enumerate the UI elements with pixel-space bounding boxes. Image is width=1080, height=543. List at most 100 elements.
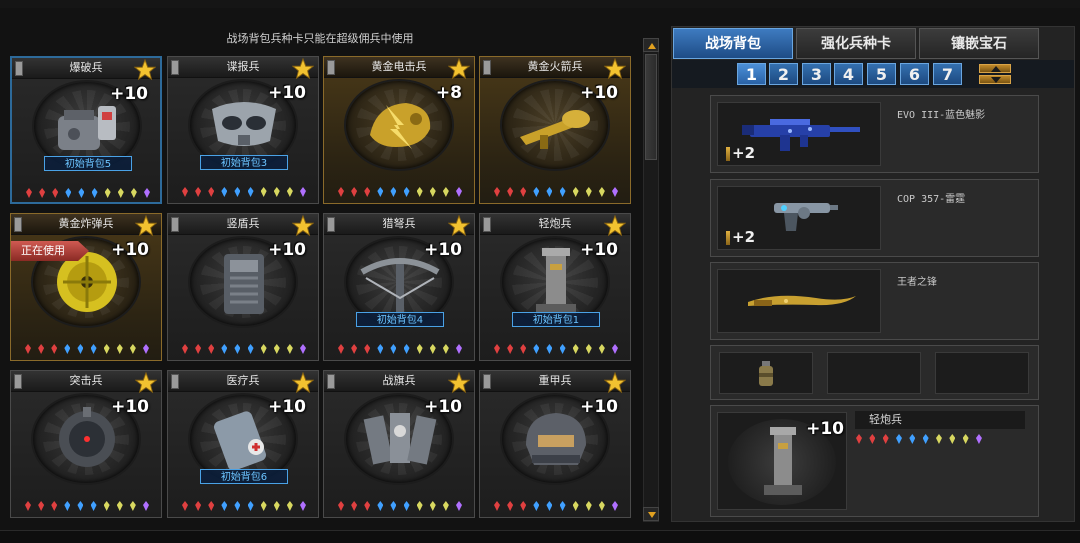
- gem-icon: [299, 344, 306, 354]
- arrow-up-icon: [648, 43, 656, 49]
- page-button-2[interactable]: 2: [769, 63, 798, 85]
- card-tab-marker: [171, 60, 179, 75]
- gem-icon: [611, 501, 618, 511]
- gem-icon: [51, 344, 58, 354]
- page-button-1[interactable]: 1: [737, 63, 766, 85]
- card-tab-marker: [14, 374, 22, 389]
- gem-icon: [65, 188, 72, 198]
- gem-icon: [260, 344, 267, 354]
- gem-icon: [922, 434, 929, 444]
- ammo-icon: [726, 147, 730, 161]
- weapon-slot-secondary[interactable]: +2 COP 357-雷霆: [710, 179, 1039, 257]
- ammo-icon: [726, 231, 730, 245]
- scrollbar-thumb[interactable]: [645, 54, 657, 160]
- gem-icon: [559, 344, 566, 354]
- card-bonus: +10: [268, 83, 306, 103]
- soldier-card[interactable]: 医疗兵 +10 初始背包6: [167, 370, 319, 518]
- gem-icon: [91, 188, 98, 198]
- page-button-7[interactable]: 7: [933, 63, 962, 85]
- soldier-card[interactable]: 猎弩兵 +10 初始背包4: [323, 213, 475, 361]
- gem-icon: [520, 344, 527, 354]
- top-band: [0, 0, 1080, 8]
- soldier-card[interactable]: 战旗兵 +10: [323, 370, 475, 518]
- gem-icon: [611, 344, 618, 354]
- page-button-3[interactable]: 3: [802, 63, 831, 85]
- game-inventory-screen: 战场背包兵种卡只能在超级佣兵中使用 爆破兵 +10 初始背包5 谍报兵 +10 初始背包3…: [0, 0, 1080, 543]
- gem-icon: [38, 501, 45, 511]
- gem-icon: [507, 344, 514, 354]
- gem-icon: [77, 501, 84, 511]
- soldier-card[interactable]: 谍报兵 +10 初始背包3: [167, 56, 319, 204]
- star-icon: [291, 57, 315, 80]
- soldier-card[interactable]: 黄金电击兵 +8: [323, 56, 475, 204]
- page-button-4[interactable]: 4: [834, 63, 863, 85]
- throwable-slot-2[interactable]: [827, 352, 921, 394]
- gem-row: [25, 501, 149, 513]
- arrow-up-icon: [991, 66, 1001, 72]
- soldier-card[interactable]: 黄金火箭兵 +10: [479, 56, 631, 204]
- tab-battle-backpack[interactable]: 战场背包: [673, 28, 793, 59]
- card-bonus: +10: [268, 397, 306, 417]
- card-tab-marker: [15, 61, 23, 76]
- star-icon: [291, 214, 315, 237]
- page-down-button[interactable]: [979, 75, 1011, 84]
- gem-icon: [377, 501, 384, 511]
- card-bonus: +10: [580, 83, 618, 103]
- soldier-card[interactable]: 重甲兵 +10: [479, 370, 631, 518]
- gem-icon: [598, 501, 605, 511]
- gem-icon: [38, 344, 45, 354]
- weapon-slot-primary[interactable]: +2 EVO III-蓝色魅影: [710, 95, 1039, 173]
- gem-icon: [234, 501, 241, 511]
- gem-icon: [520, 187, 527, 197]
- smg-blue-icon: [742, 119, 860, 151]
- gem-icon: [25, 501, 31, 511]
- gem-icon: [364, 344, 371, 354]
- melee-slot[interactable]: 王者之锋: [710, 262, 1039, 340]
- gem-icon: [116, 344, 123, 354]
- throwable-slot-3[interactable]: [935, 352, 1029, 394]
- gem-icon: [377, 187, 384, 197]
- gem-row: [494, 501, 618, 513]
- gem-icon: [195, 187, 202, 197]
- soldier-card[interactable]: 爆破兵 +10 初始背包5: [10, 56, 162, 204]
- gem-icon: [559, 187, 566, 197]
- star-icon: [134, 371, 158, 394]
- page-button-6[interactable]: 6: [900, 63, 929, 85]
- card-tab-marker: [327, 217, 335, 232]
- gem-icon: [25, 344, 31, 354]
- gem-icon: [869, 434, 876, 444]
- gem-icon: [442, 344, 449, 354]
- card-tab-marker: [327, 60, 335, 75]
- gem-icon: [26, 188, 32, 198]
- arrow-down-icon: [648, 512, 656, 518]
- soldier-card[interactable]: 黄金炸弹兵 +10 正在使用: [10, 213, 162, 361]
- soldier-card[interactable]: 竖盾兵 +10: [167, 213, 319, 361]
- gem-icon: [142, 501, 149, 511]
- star-icon: [603, 214, 627, 237]
- gem-icon: [221, 187, 228, 197]
- golden-thunder-icon: [356, 85, 444, 165]
- throwable-slot-1[interactable]: [719, 352, 813, 394]
- page-button-5[interactable]: 5: [867, 63, 896, 85]
- weapon-frame: +2: [717, 186, 881, 250]
- gem-row: [338, 501, 462, 513]
- scroll-down-button[interactable]: [643, 507, 659, 521]
- soldier-card[interactable]: 突击兵 +10: [10, 370, 162, 518]
- gem-icon: [403, 187, 410, 197]
- card-bonus: +10: [268, 240, 306, 260]
- soldier-name: 轻炮兵: [855, 411, 1025, 429]
- star-icon: [134, 214, 158, 237]
- scroll-up-button[interactable]: [643, 38, 659, 52]
- starter-pack-badge: 初始背包5: [44, 156, 132, 171]
- page-up-button[interactable]: [979, 64, 1011, 73]
- gem-icon: [377, 344, 384, 354]
- gem-icon: [182, 501, 188, 511]
- weapon-frame: [717, 269, 881, 333]
- tab-inlay-gem[interactable]: 镶嵌宝石: [919, 28, 1039, 59]
- golden-blade-icon: [748, 295, 856, 306]
- soldier-card[interactable]: 轻炮兵 +10 初始背包1: [479, 213, 631, 361]
- soldier-frame: +10: [717, 412, 847, 510]
- tab-enhance-card[interactable]: 强化兵种卡: [796, 28, 916, 59]
- ammo-count: +2: [732, 228, 756, 246]
- gem-icon: [507, 187, 514, 197]
